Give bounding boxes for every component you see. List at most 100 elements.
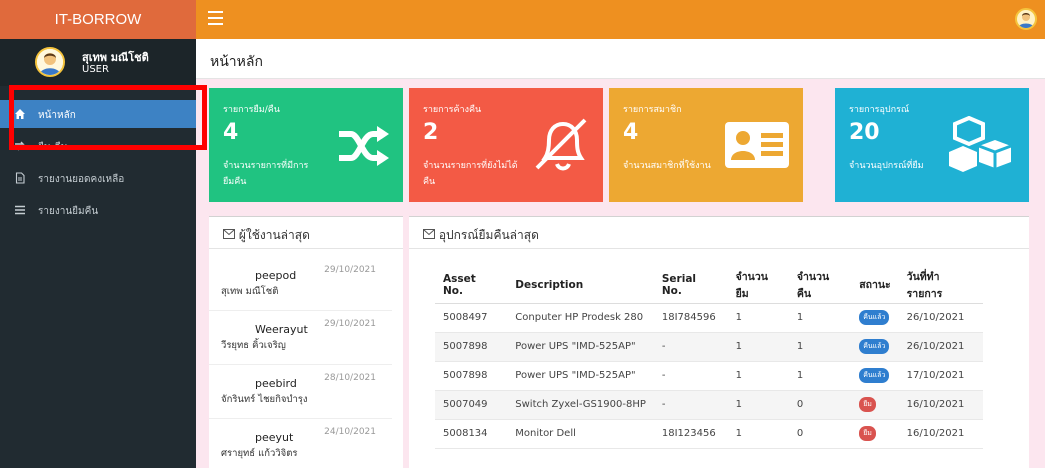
stat-title: รายการสมาชิก	[623, 105, 682, 115]
return-qty: 1	[788, 303, 852, 333]
description: Power UPS "IMD-525AP"	[507, 361, 654, 391]
stat-box-equipment[interactable]: รายการอุปกรณ์ 20 จำนวนอุปกรณ์ที่ยืม	[835, 88, 1029, 202]
cubes-icon	[949, 116, 1012, 172]
panel-title: ผู้ใช้งานล่าสุด	[238, 228, 310, 242]
stat-box-overdue[interactable]: รายการค้างคืน 2 จำนวนรายการที่ยังไม่ได้ค…	[409, 88, 603, 202]
status-cell: คืนแล้ว	[851, 303, 899, 333]
user-menu-avatar[interactable]	[1015, 8, 1037, 30]
panel-header: ผู้ใช้งานล่าสุด	[209, 217, 403, 249]
bell-slash-icon	[535, 118, 587, 171]
serial-no: -	[653, 332, 728, 362]
stat-desc: จำนวนสมาชิกที่ใช้งาน	[623, 161, 711, 171]
id-card-icon	[725, 122, 789, 168]
asset-no: 5007898	[435, 332, 508, 362]
stat-desc: จำนวนรายการที่ยังไม่ได้คืน	[423, 161, 518, 187]
status-badge: คืนแล้ว	[859, 368, 890, 383]
borrow-qty: 1	[727, 303, 789, 333]
table-row[interactable]: 5007898 Power UPS "IMD-525AP" - 1 1 คืนแ…	[435, 361, 983, 391]
status-badge: คืนแล้ว	[859, 339, 890, 354]
stat-value: 2	[423, 120, 439, 145]
fullname: สุเทพ มณีโชติ	[221, 286, 279, 297]
date: 28/10/2021	[324, 373, 376, 383]
user-role: USER	[82, 64, 109, 75]
column-header[interactable]: จำนวนคืน	[788, 267, 852, 304]
stat-title: รายการยืม/คืน	[223, 105, 280, 115]
top-navbar	[196, 0, 1045, 39]
table-row[interactable]: 5007049 Switch Zyxel-GS1900-8HP - 1 0 ยื…	[435, 390, 983, 420]
asset-no: 5007898	[435, 361, 508, 391]
panel-title: อุปกรณ์ยืมคืนล่าสุด	[438, 228, 539, 242]
fullname: วีรยุทธ คิ้วเจริญ	[221, 340, 286, 351]
serial-no: -	[653, 390, 728, 420]
date: 29/10/2021	[324, 319, 376, 329]
stat-title: รายการค้างคืน	[423, 105, 482, 115]
sidebar-item-balance-report[interactable]: รายงานยอดคงเหลือ	[0, 164, 196, 192]
menu-toggle-icon[interactable]	[208, 11, 223, 26]
table-row[interactable]: 5008497 Conputer HP Prodesk 280 18I78459…	[435, 303, 983, 333]
user-panel: สุเทพ มณีโชติ USER	[0, 39, 196, 86]
stat-value: 4	[623, 120, 639, 145]
username: peeyut	[255, 431, 294, 444]
column-header[interactable]: วันที่ทำรายการ	[898, 267, 983, 304]
date: 16/10/2021	[898, 390, 983, 420]
list-icon	[15, 205, 25, 215]
date: 16/10/2021	[898, 419, 983, 449]
recent-users-panel: ผู้ใช้งานล่าสุด peepod สุเทพ มณีโชติ 29/…	[209, 216, 403, 468]
username: Weerayut	[255, 323, 308, 336]
app-brand[interactable]: IT-BORROW	[0, 0, 196, 39]
asset-no: 5007049	[435, 390, 508, 420]
description: Switch Zyxel-GS1900-8HP	[507, 390, 654, 420]
table-row[interactable]: 5007898 Power UPS "IMD-525AP" - 1 1 คืนแ…	[435, 332, 983, 362]
page-title: หน้าหลัก	[196, 39, 1045, 79]
file-icon	[15, 172, 25, 184]
user-avatar	[35, 47, 65, 77]
date: 26/10/2021	[898, 332, 983, 362]
list-item[interactable]: peebird จักรินทร์ ไชยกิจบำรุง 28/10/2021	[209, 365, 392, 419]
fullname: จักรินทร์ ไชยกิจบำรุง	[221, 394, 308, 405]
stat-box-members[interactable]: รายการสมาชิก 4 จำนวนสมาชิกที่ใช้งาน	[609, 88, 803, 202]
envelope-icon	[223, 229, 235, 239]
description: Monitor Dell	[507, 419, 654, 449]
description: Power UPS "IMD-525AP"	[507, 332, 654, 362]
table-row[interactable]: 5008134 Monitor Dell 18I123456 1 0 ยืม 1…	[435, 419, 983, 449]
date: 26/10/2021	[898, 303, 983, 333]
borrow-qty: 1	[727, 419, 789, 449]
list-item[interactable]: Weerayut วีรยุทธ คิ้วเจริญ 29/10/2021	[209, 311, 392, 365]
stat-value: 4	[223, 120, 239, 145]
shuffle-icon	[339, 126, 389, 166]
stat-box-borrow-return[interactable]: รายการยืม/คืน 4 จำนวนรายการที่มีการยืมคื…	[209, 88, 403, 202]
status-badge: ยืม	[859, 426, 876, 441]
serial-no: -	[653, 361, 728, 391]
sidebar-item-borrow-report[interactable]: รายงานยืมคืน	[0, 196, 196, 224]
status-cell: ยืม	[851, 390, 899, 420]
fullname: ศรายุทธ์ แก้ววิจิตร	[221, 448, 298, 459]
username: peebird	[255, 377, 297, 390]
stat-desc: จำนวนอุปกรณ์ที่ยืม	[849, 161, 924, 171]
return-qty: 0	[788, 419, 852, 449]
panel-header: อุปกรณ์ยืมคืนล่าสุด	[409, 217, 1029, 249]
column-header[interactable]: Description	[507, 267, 654, 304]
borrow-qty: 1	[727, 332, 789, 362]
list-item[interactable]: peeyut ศรายุทธ์ แก้ววิจิตร 24/10/2021	[209, 419, 392, 468]
column-header[interactable]: Serial No.	[653, 267, 728, 304]
table-header-row: Asset No. Description Serial No. จำนวนยื…	[435, 267, 983, 304]
username: peepod	[255, 269, 297, 282]
list-item[interactable]: peepod สุเทพ มณีโชติ 29/10/2021	[209, 257, 392, 311]
status-cell: คืนแล้ว	[851, 361, 899, 391]
sidebar-item-label: รายงานยอดคงเหลือ	[38, 174, 125, 185]
stat-title: รายการอุปกรณ์	[849, 105, 910, 115]
return-qty: 1	[788, 361, 852, 391]
status-badge: คืนแล้ว	[859, 310, 890, 325]
column-header[interactable]: Asset No.	[435, 267, 508, 304]
envelope-icon	[423, 229, 435, 239]
column-header[interactable]: สถานะ	[851, 267, 899, 304]
main-content: หน้าหลัก รายการยืม/คืน 4 จำนวนรายการที่ม…	[196, 39, 1045, 468]
borrow-qty: 1	[727, 361, 789, 391]
recent-borrows-panel: อุปกรณ์ยืมคืนล่าสุด Asset No. Descriptio…	[409, 216, 1029, 468]
serial-no: 18I784596	[653, 303, 728, 333]
column-header[interactable]: จำนวนยืม	[727, 267, 789, 304]
highlight-annotation	[9, 85, 207, 150]
date: 24/10/2021	[324, 427, 376, 437]
borrow-qty: 1	[727, 390, 789, 420]
return-qty: 0	[788, 390, 852, 420]
